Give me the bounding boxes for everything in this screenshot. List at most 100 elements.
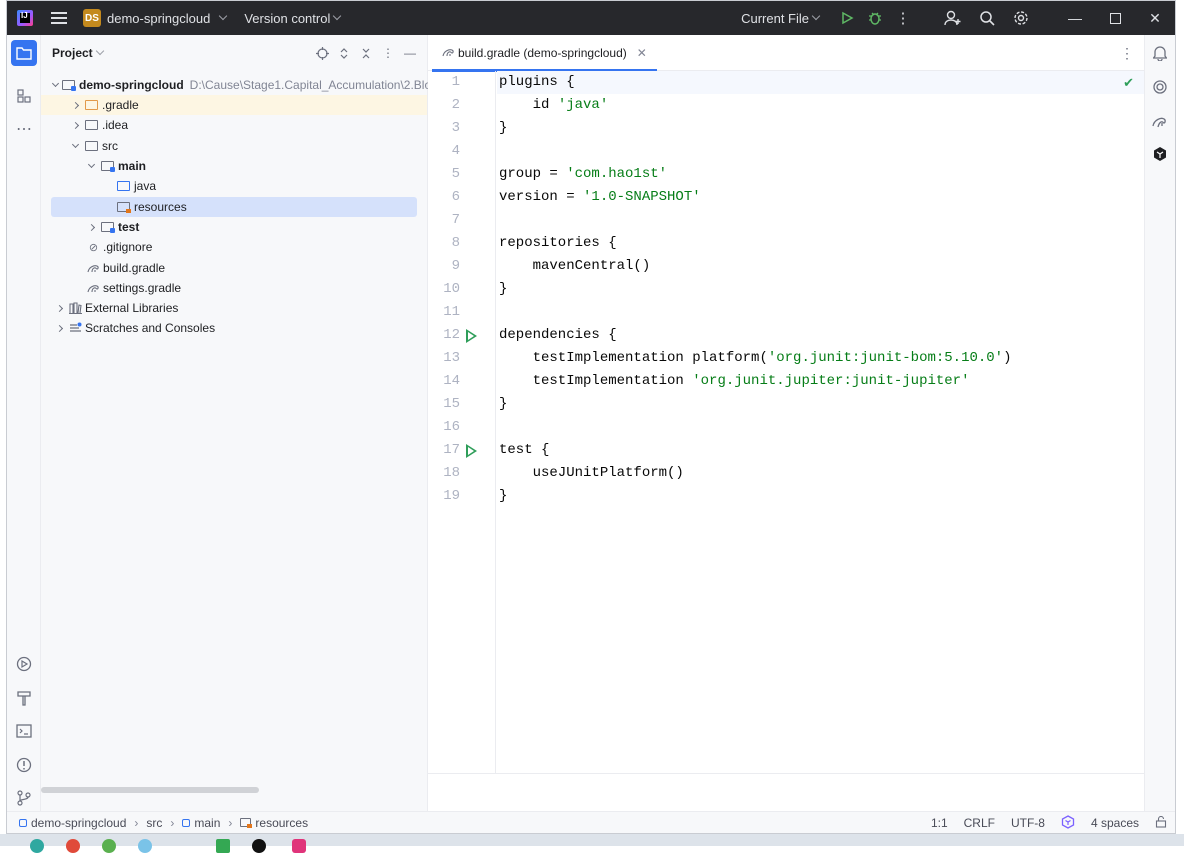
chevron-down-icon [71,140,79,149]
read-only-lock-icon[interactable] [1155,815,1167,831]
caret-position[interactable]: 1:1 [931,816,948,830]
plugin-tool-icon[interactable] [1148,142,1172,166]
line-number: 15 [443,396,460,412]
code-content[interactable]: ✔ plugins { id 'java'} group = 'com.hao1s… [497,71,1144,773]
add-user-icon[interactable] [939,1,967,35]
chevron-right-icon [71,101,79,109]
tree-item-src[interactable]: src [41,136,427,156]
tree-item-label: java [134,179,157,193]
code-token: useJUnitPlatform() [499,465,684,481]
ai-status-icon[interactable] [1061,814,1075,832]
more-vertical-icon[interactable]: ⋮ [1120,45,1134,62]
code-line: mavenCentral() [499,255,651,278]
breadcrumb-item[interactable]: resources [255,816,308,830]
search-icon[interactable] [973,1,1001,35]
right-tool-stripe [1144,35,1175,811]
breadcrumb-item[interactable]: src [146,816,162,830]
project-switcher[interactable]: DS demo-springcloud [83,9,228,27]
tree-item-test[interactable]: test [41,217,427,237]
project-badge: DS [83,9,101,27]
scratches-icon [69,322,82,335]
line-number: 16 [443,419,460,435]
main-menu-icon[interactable] [51,12,67,24]
horizontal-scrollbar[interactable] [41,787,259,793]
tree-item-settings-gradle[interactable]: settings.gradle [41,278,427,298]
tree-item-label: External Libraries [85,301,179,315]
terminal-icon[interactable] [11,718,37,744]
tree-item-external-libraries[interactable]: External Libraries [41,298,427,318]
hide-panel-icon[interactable]: — [401,44,419,62]
line-number: 4 [451,143,460,159]
gradle-tool-icon[interactable] [1148,109,1172,133]
settings-gear-icon[interactable] [1007,1,1035,35]
title-bar: IJ DS demo-springcloud Version control C… [7,1,1175,35]
taskbar-app-icon[interactable] [102,839,116,853]
taskbar-app-icon[interactable] [216,839,230,853]
taskbar-app-icon[interactable] [252,839,266,853]
indent-setting[interactable]: 4 spaces [1091,816,1139,830]
more-vertical-icon[interactable]: ⋮ [889,1,917,35]
breadcrumb-item[interactable]: demo-springcloud [31,816,126,830]
run-gutter-icon[interactable] [466,324,480,347]
expand-all-icon[interactable] [335,44,353,62]
tree-item-scratches[interactable]: Scratches and Consoles [41,318,427,338]
no-problems-check-icon[interactable]: ✔ [1123,75,1134,91]
version-control-menu[interactable]: Version control [244,11,342,26]
tree-item-resources[interactable]: resources [51,197,417,217]
line-number-gutter: 1 2 3 4 5 6 7 8 9 10 11 12 13 14 15 16 17 18 19 [428,71,496,773]
editor-area: build.gradle (demo-springcloud) ✕ ⋮ 1234… [428,35,1144,811]
folder-icon [85,120,98,130]
more-tools-icon[interactable]: ⋯ [11,116,37,142]
code-line: testImplementation platform('org.junit:j… [499,347,1012,370]
run-gutter-icon[interactable] [466,439,480,462]
line-number: 11 [443,304,460,320]
line-number: 13 [443,350,460,366]
tab-build-gradle[interactable]: build.gradle (demo-springcloud) ✕ [428,35,657,72]
code-token: ) [1003,350,1012,366]
tree-item-java[interactable]: java [41,176,427,196]
tree-item-label: .idea [102,118,129,132]
tree-item-root[interactable]: demo-springcloud D:\Cause\Stage1.Capital… [41,75,466,95]
code-line: repositories { [499,232,617,255]
tree-item-build-gradle[interactable]: build.gradle [41,258,427,278]
taskbar-app-icon[interactable] [66,839,80,853]
file-encoding[interactable]: UTF-8 [1011,816,1045,830]
tree-item-main[interactable]: main [41,156,427,176]
problems-icon[interactable] [11,752,37,778]
tree-item-gitignore[interactable]: ⊘ .gitignore [41,237,427,257]
breadcrumb-item[interactable]: main [194,816,220,830]
close-window-button[interactable]: ✕ [1135,1,1175,35]
close-tab-icon[interactable]: ✕ [637,46,647,60]
source-folder-icon [117,181,130,191]
tree-item-gradle[interactable]: .gradle [41,95,427,115]
more-vertical-icon[interactable]: ⋮ [379,44,397,62]
project-tool-icon[interactable] [11,40,37,66]
code-token: } [499,281,508,297]
code-token: } [499,488,508,504]
taskbar-app-icon[interactable] [30,839,44,853]
taskbar-app-icon[interactable] [292,839,306,853]
collapse-all-icon[interactable] [357,44,375,62]
taskbar-app-icon[interactable] [138,839,152,853]
run-icon[interactable] [833,1,861,35]
git-branch-icon[interactable] [11,785,37,811]
tree-item-idea[interactable]: .idea [41,115,427,135]
structure-tool-icon[interactable] [11,83,37,109]
code-line: dependencies { [499,324,617,347]
minimize-button[interactable]: — [1055,1,1095,35]
services-icon[interactable] [11,651,37,677]
line-separator[interactable]: CRLF [964,816,995,830]
tree-item-label: src [102,139,118,153]
notifications-bell-icon[interactable] [1148,41,1172,65]
chevron-down-icon [811,11,821,21]
run-config-selector[interactable]: Current File [741,11,821,26]
library-icon [69,302,82,315]
build-hammer-icon[interactable] [11,685,37,711]
locate-file-icon[interactable] [313,44,331,62]
debug-icon[interactable] [861,1,889,35]
maximize-button[interactable] [1095,1,1135,35]
status-bar: demo-springcloud › src › main › resource… [7,811,1175,833]
current-line-highlight [497,71,1144,94]
line-number: 17 [443,442,460,458]
ai-assistant-icon[interactable] [1148,75,1172,99]
